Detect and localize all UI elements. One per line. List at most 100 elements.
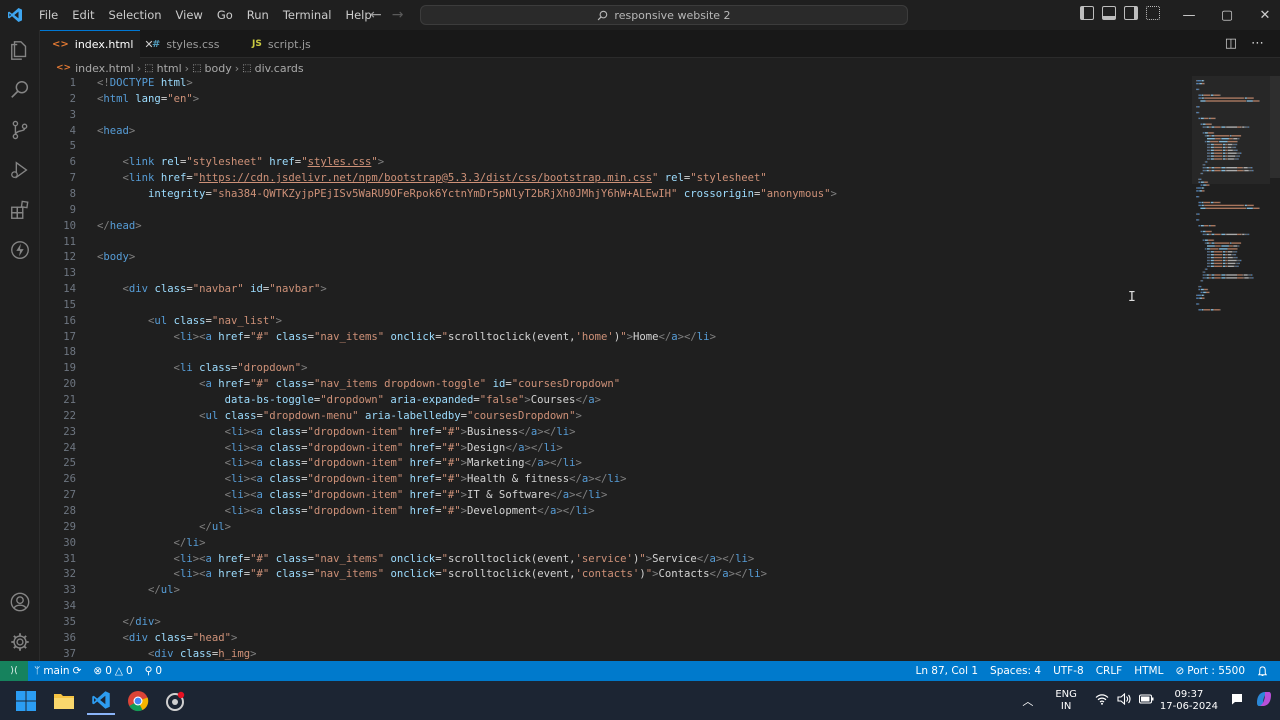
command-center-search[interactable]: responsive website 2 — [420, 5, 908, 25]
minimap-line — [1228, 245, 1229, 247]
back-arrow-icon[interactable]: ← — [370, 7, 382, 23]
accounts-icon[interactable] — [8, 590, 32, 614]
remote-indicator[interactable]: ⟩⟨ — [0, 661, 28, 681]
code-line[interactable]: <li class="dropdown"> — [97, 361, 308, 377]
code-line[interactable]: <div class=h_img> — [97, 647, 256, 661]
minimap-viewport[interactable] — [1192, 76, 1270, 184]
code-line[interactable]: <a href="#" class="nav_items dropdown-to… — [97, 377, 620, 393]
end-of-line[interactable]: CRLF — [1090, 665, 1129, 677]
breadcrumb-item-body[interactable]: body — [205, 62, 232, 75]
problems-indicator[interactable]: ⊗ 0 △ 0 — [87, 665, 138, 677]
code-line[interactable]: data-bs-toggle="dropdown" aria-expanded=… — [97, 393, 601, 409]
branch-indicator[interactable]: ᛘ main ⟳ — [28, 665, 87, 677]
code-line[interactable]: <div class="navbar" id="navbar"> — [97, 282, 327, 298]
code-line[interactable]: <li><a class="dropdown-item" href="#">He… — [97, 472, 627, 488]
encoding[interactable]: UTF-8 — [1047, 665, 1090, 677]
cursor-position[interactable]: Ln 87, Col 1 — [909, 665, 984, 677]
menu-item-view[interactable]: View — [169, 0, 210, 30]
code-line[interactable]: </ul> — [97, 520, 231, 536]
battery-icon[interactable] — [1138, 694, 1154, 707]
breadcrumb-item-file[interactable]: index.html — [75, 62, 134, 75]
menu-item-go[interactable]: Go — [210, 0, 240, 30]
tab-index-html[interactable]: <> index.html ✕ — [40, 30, 154, 58]
minimize-icon[interactable]: — — [1170, 0, 1208, 30]
code-line[interactable]: <link rel="stylesheet" href="styles.css"… — [97, 155, 385, 171]
minimap-line — [1221, 274, 1226, 276]
code-line[interactable]: </ul> — [97, 583, 180, 599]
code-line[interactable]: <li><a class="dropdown-item" href="#">IT… — [97, 488, 608, 504]
menu-item-terminal[interactable]: Terminal — [276, 0, 339, 30]
run-debug-icon[interactable] — [8, 158, 32, 182]
minimap-line — [1214, 256, 1223, 259]
code-line[interactable]: </head> — [97, 219, 142, 235]
manage-gear-icon[interactable] — [8, 630, 32, 654]
ports-indicator[interactable]: ⚲ 0 — [139, 665, 168, 677]
sync-icon[interactable]: ⟳ — [73, 665, 82, 677]
breadcrumb-item-div-cards[interactable]: div.cards — [255, 62, 304, 75]
copilot-icon[interactable] — [1254, 689, 1274, 712]
explorer-icon[interactable] — [8, 38, 32, 62]
code-line[interactable]: <li><a href="#" class="nav_items" onclic… — [97, 567, 767, 583]
code-line[interactable]: <body> — [97, 250, 135, 266]
code-line[interactable]: <div class="head"> — [97, 631, 238, 647]
windows-start-icon[interactable] — [12, 687, 40, 715]
volume-icon[interactable] — [1117, 692, 1131, 708]
notification-icon[interactable] — [1230, 692, 1244, 709]
minimap-line — [1201, 297, 1203, 299]
menu-item-file[interactable]: File — [32, 0, 65, 30]
code-line[interactable]: <ul class="dropdown-menu" aria-labelledb… — [97, 409, 582, 425]
minimap-line — [1207, 259, 1208, 262]
tab-styles-css[interactable]: # styles.css — [140, 30, 240, 58]
clock[interactable]: 09:37 17-06-2024 — [1160, 689, 1218, 713]
code-line[interactable]: <li><a href="#" class="nav_items" onclic… — [97, 330, 716, 346]
code-line[interactable]: <li><a class="dropdown-item" href="#">Bu… — [97, 425, 576, 441]
code-line[interactable]: <li><a href="#" class="nav_items" onclic… — [97, 552, 755, 568]
menu-item-run[interactable]: Run — [240, 0, 276, 30]
tab-script-js[interactable]: JS script.js — [240, 30, 335, 58]
code-line[interactable]: <li><a class="dropdown-item" href="#">De… — [97, 441, 563, 457]
bell-icon[interactable] — [1251, 665, 1274, 677]
file-explorer-icon[interactable] — [50, 687, 78, 715]
toggle-primary-sidebar-icon[interactable] — [1080, 6, 1094, 20]
maximize-icon[interactable]: ▢ — [1208, 0, 1246, 30]
minimap[interactable] — [1192, 76, 1270, 316]
live-server-icon[interactable] — [8, 238, 32, 262]
code-editor[interactable]: 1 <!DOCTYPE html> 2 <html lang="en"> 3 4 <head… — [40, 76, 1190, 661]
code-line[interactable]: <li><a class="dropdown-item" href="#">Ma… — [97, 456, 582, 472]
search-icon[interactable] — [8, 78, 32, 102]
split-editor-icon[interactable]: ◫ — [1225, 36, 1237, 51]
menu-item-selection[interactable]: Selection — [102, 0, 169, 30]
code-line[interactable]: integrity="sha384-QWTKZyjpPEjISv5WaRU9OF… — [97, 187, 837, 203]
close-window-icon[interactable]: ✕ — [1246, 0, 1280, 30]
code-line[interactable]: <!DOCTYPE html> — [97, 76, 193, 92]
chrome-icon[interactable] — [124, 687, 152, 715]
vscode-taskbar-icon[interactable] — [87, 687, 115, 715]
code-line[interactable]: </div> — [97, 615, 161, 631]
language-mode[interactable]: HTML — [1128, 665, 1169, 677]
code-line[interactable]: <html lang="en"> — [97, 92, 199, 108]
code-line[interactable]: <ul class="nav_list"> — [97, 314, 282, 330]
minimap-line — [1232, 256, 1234, 259]
live-server-port[interactable]: ⊘ Port : 5500 — [1169, 665, 1251, 677]
code-line[interactable]: <li><a class="dropdown-item" href="#">De… — [97, 504, 595, 520]
wifi-icon[interactable] — [1095, 693, 1109, 708]
line-number: 36 — [63, 631, 76, 644]
customize-layout-icon[interactable] — [1146, 6, 1160, 20]
toggle-panel-icon[interactable] — [1102, 6, 1116, 20]
input-language[interactable]: ENG IN — [1055, 689, 1077, 713]
minimap-line — [1230, 242, 1232, 244]
toggle-secondary-sidebar-icon[interactable] — [1124, 6, 1138, 20]
show-hidden-icons-icon[interactable]: ︿ — [1022, 693, 1033, 709]
code-line[interactable]: <head> — [97, 124, 135, 140]
extensions-icon[interactable] — [8, 198, 32, 222]
forward-arrow-icon[interactable]: → — [392, 7, 404, 23]
menu-item-edit[interactable]: Edit — [65, 0, 101, 30]
breadcrumb-item-html[interactable]: html — [157, 62, 182, 75]
source-control-icon[interactable] — [8, 118, 32, 142]
more-actions-icon[interactable]: ⋯ — [1251, 36, 1264, 51]
recording-app-icon[interactable] — [161, 687, 189, 715]
scrollbar-thumb[interactable] — [1270, 76, 1280, 178]
code-line[interactable]: <link href="https://cdn.jsdelivr.net/npm… — [97, 171, 767, 187]
code-line[interactable]: </li> — [97, 536, 206, 552]
indentation[interactable]: Spaces: 4 — [984, 665, 1047, 677]
